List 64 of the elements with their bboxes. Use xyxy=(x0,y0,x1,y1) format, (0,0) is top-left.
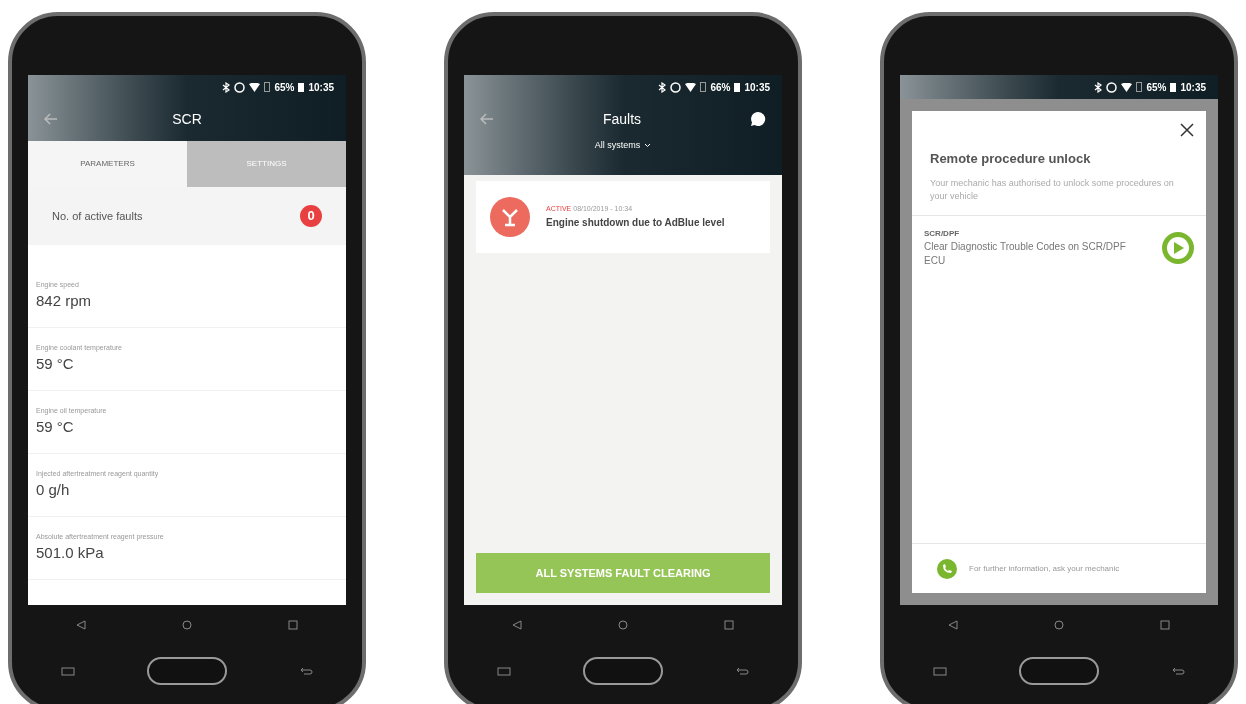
procedure-name: Clear Diagnostic Trouble Codes on SCR/DPF ECU xyxy=(924,239,1127,268)
parameter-value: 842 rpm xyxy=(36,291,93,311)
procedure-tag: SCR/DPF xyxy=(924,227,1134,240)
clock-time: 10:35 xyxy=(308,80,334,95)
screen-title: SCR xyxy=(171,109,203,129)
fault-warning-icon xyxy=(490,197,530,237)
back-triangle-icon[interactable] xyxy=(76,620,86,630)
screen-title: Faults xyxy=(601,109,643,129)
battery-icon xyxy=(1170,82,1177,92)
home-circle-icon[interactable] xyxy=(182,620,192,630)
system-filter-dropdown[interactable]: All systems xyxy=(594,139,652,153)
circle-icon xyxy=(670,81,682,93)
parameter-value: 59 °C xyxy=(36,354,75,374)
home-button[interactable] xyxy=(147,657,227,685)
clock-time: 10:35 xyxy=(744,80,770,95)
phone-icon[interactable] xyxy=(937,558,957,579)
battery-percent: 65% xyxy=(1146,80,1167,95)
dialog-title: Remote procedure unlock xyxy=(930,150,1092,168)
parameter-value: 59 °C xyxy=(36,417,75,437)
recent-apps-icon[interactable] xyxy=(61,666,75,676)
clock-time: 10:35 xyxy=(1180,80,1206,95)
close-icon[interactable] xyxy=(1180,123,1194,137)
square-icon[interactable] xyxy=(1160,620,1170,630)
wifi-icon xyxy=(685,82,697,92)
return-arrow-icon[interactable] xyxy=(299,666,313,676)
return-arrow-icon[interactable] xyxy=(1171,666,1185,676)
back-triangle-icon[interactable] xyxy=(512,620,522,630)
footer-note: For further information, ask your mechanic xyxy=(969,562,1120,575)
recent-apps-icon[interactable] xyxy=(497,666,511,676)
battery-icon xyxy=(734,82,741,92)
back-arrow-icon[interactable] xyxy=(480,113,494,125)
chevron-down-icon xyxy=(644,143,652,149)
return-arrow-icon[interactable] xyxy=(735,666,749,676)
tab[interactable]: PARAMETERS xyxy=(28,141,187,187)
wifi-icon xyxy=(249,82,261,92)
square-icon[interactable] xyxy=(724,620,734,630)
fault-description: Engine shutdown due to AdBlue level xyxy=(546,215,725,230)
signal-icon xyxy=(1136,82,1143,92)
parameter-value: 501.0 kPa xyxy=(36,543,105,563)
square-icon[interactable] xyxy=(288,620,298,630)
signal-icon xyxy=(264,82,271,92)
home-button[interactable] xyxy=(1019,657,1099,685)
back-arrow-icon[interactable] xyxy=(44,113,58,125)
wifi-icon xyxy=(1121,82,1133,92)
active-faults-label: No. of active faults xyxy=(52,208,143,224)
circle-icon xyxy=(234,81,246,93)
home-circle-icon[interactable] xyxy=(618,620,628,630)
battery-icon xyxy=(298,82,305,92)
circle-icon xyxy=(1106,81,1118,93)
signal-icon xyxy=(700,82,707,92)
battery-percent: 66% xyxy=(710,80,731,95)
parameter-value: 0 g/h xyxy=(36,480,71,500)
bluetooth-icon xyxy=(1094,81,1103,93)
fault-count: 0 xyxy=(300,205,322,227)
play-icon[interactable] xyxy=(1162,231,1194,264)
dialog-subtitle: Your mechanic has authorised to unlock some procedures on your vehicle xyxy=(930,176,1175,203)
back-triangle-icon[interactable] xyxy=(948,620,958,630)
home-button[interactable] xyxy=(583,657,663,685)
recent-apps-icon[interactable] xyxy=(933,666,947,676)
battery-percent: 65% xyxy=(274,80,295,95)
chat-bubble-icon[interactable] xyxy=(750,111,766,127)
bluetooth-icon xyxy=(658,81,667,93)
home-circle-icon[interactable] xyxy=(1054,620,1064,630)
bluetooth-icon xyxy=(222,81,231,93)
